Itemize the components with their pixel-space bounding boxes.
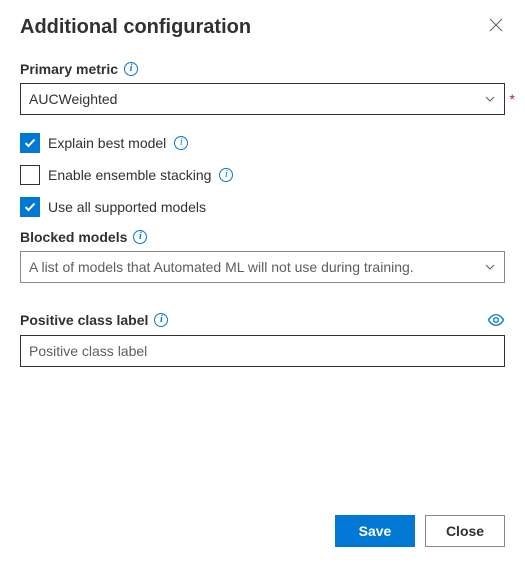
eye-icon[interactable]: [487, 311, 505, 329]
blocked-models-placeholder: A list of models that Automated ML will …: [29, 259, 414, 275]
enable-ensemble-stacking-checkbox[interactable]: [20, 165, 40, 185]
use-all-supported-models-label: Use all supported models: [48, 199, 206, 215]
chevron-down-icon: [484, 93, 496, 105]
info-icon[interactable]: [154, 313, 168, 327]
blocked-models-select[interactable]: A list of models that Automated ML will …: [20, 251, 505, 283]
positive-class-input[interactable]: [20, 335, 505, 367]
enable-ensemble-stacking-label: Enable ensemble stacking: [48, 167, 211, 183]
close-icon[interactable]: [489, 16, 505, 32]
info-icon[interactable]: [124, 62, 138, 76]
save-button[interactable]: Save: [335, 515, 415, 547]
required-indicator: *: [510, 91, 515, 107]
explain-best-model-checkbox[interactable]: [20, 133, 40, 153]
primary-metric-select[interactable]: AUCWeighted: [20, 83, 505, 115]
info-icon[interactable]: [219, 168, 233, 182]
close-button[interactable]: Close: [425, 515, 505, 547]
info-icon[interactable]: [174, 136, 188, 150]
primary-metric-label: Primary metric: [20, 61, 118, 77]
chevron-down-icon: [484, 261, 496, 273]
panel-title: Additional configuration: [20, 16, 251, 39]
blocked-models-label: Blocked models: [20, 229, 127, 245]
positive-class-label: Positive class label: [20, 312, 148, 328]
explain-best-model-label: Explain best model: [48, 135, 166, 151]
info-icon[interactable]: [133, 230, 147, 244]
use-all-supported-models-checkbox[interactable]: [20, 197, 40, 217]
primary-metric-value: AUCWeighted: [29, 91, 117, 107]
